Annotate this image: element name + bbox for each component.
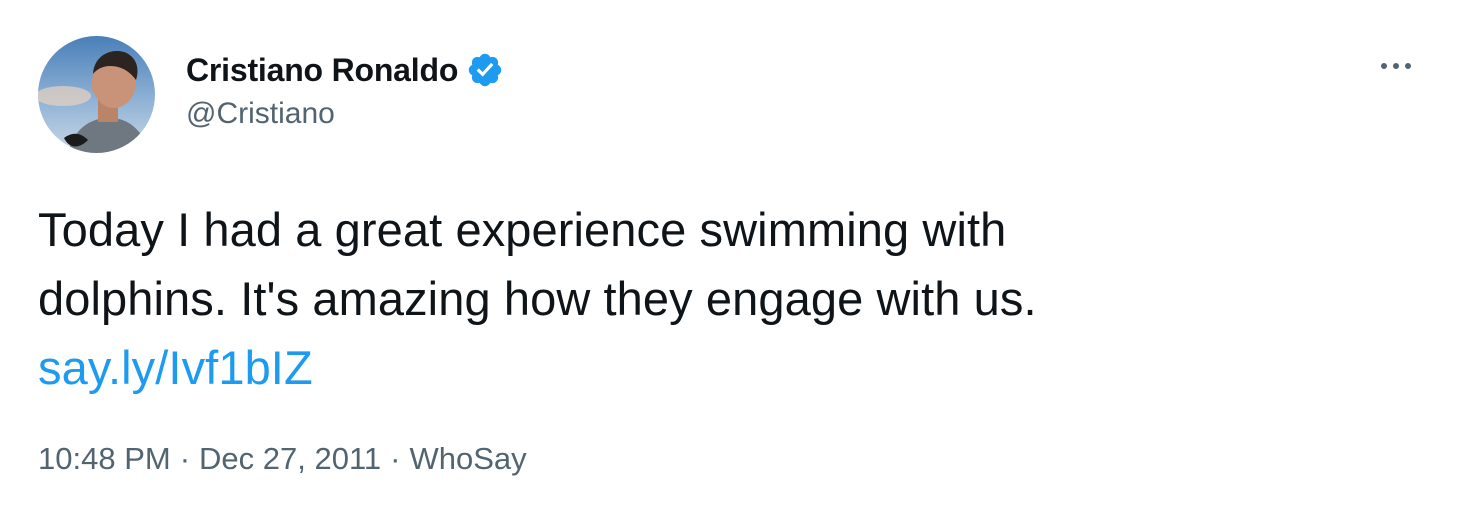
tweet-body: Today I had a great experience swimming … — [38, 195, 1418, 402]
tweet-time[interactable]: 10:48 PM — [38, 441, 171, 477]
author-avatar[interactable] — [38, 36, 155, 153]
tweet-date[interactable]: Dec 27, 2011 — [199, 441, 381, 477]
tweet-card: Cristiano Ronaldo @Cristiano Today I had… — [0, 0, 1460, 511]
more-options-button[interactable] — [1372, 50, 1420, 82]
author-display-name[interactable]: Cristiano Ronaldo — [186, 52, 458, 89]
tweet-text-line-2: dolphins. It's amazing how they engage w… — [38, 272, 1037, 325]
author-handle[interactable]: @Cristiano — [186, 97, 335, 131]
author-name-row: Cristiano Ronaldo — [186, 48, 504, 92]
verified-badge-icon — [466, 51, 504, 89]
meta-separator: · — [390, 441, 401, 476]
tweet-text-line-1: Today I had a great experience swimming … — [38, 203, 1007, 256]
meta-separator: · — [179, 441, 191, 476]
tweet-source[interactable]: WhoSay — [409, 441, 526, 477]
tweet-metadata: 10:48 PM · Dec 27, 2011 · WhoSay — [38, 441, 527, 477]
profile-photo-icon — [38, 36, 155, 153]
tweet-link[interactable]: say.ly/Ivf1bIZ — [38, 341, 313, 394]
more-options-icon — [1381, 63, 1411, 69]
